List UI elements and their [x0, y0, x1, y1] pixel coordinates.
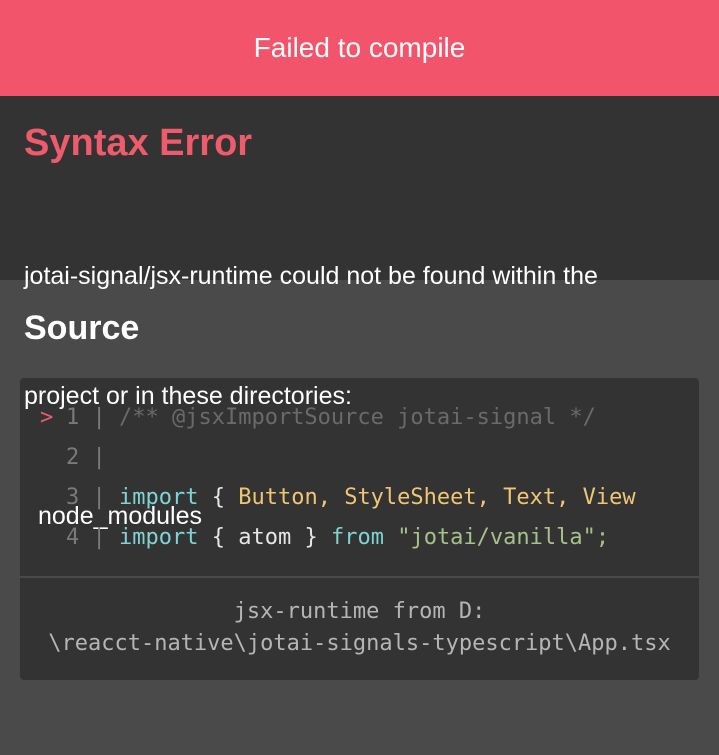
code-line: 4 | import { atom } from "jotai/vanilla"…: [40, 518, 699, 558]
code-line: 3 | import { Button, StyleSheet, Text, V…: [40, 478, 699, 518]
source-panel: Source >1 | /** @jsxImportSource jotai-s…: [0, 280, 719, 713]
source-title: Source: [24, 309, 140, 347]
error-line-marker: >: [40, 405, 54, 430]
compile-error-header: Failed to compile: [0, 0, 719, 96]
code-keyword: import: [119, 525, 199, 550]
code-string: "jotai/vanilla";: [397, 525, 610, 550]
source-location-path: \reacct-native\jotai-signals-typescript\…: [48, 631, 671, 656]
line-separator: |: [79, 405, 119, 430]
code-identifier: atom: [238, 525, 292, 550]
code-line: 2 |: [40, 438, 699, 478]
code-brace: }: [304, 525, 318, 550]
error-message-line: jotai-signal/jsx-runtime could not be fo…: [24, 262, 598, 290]
line-separator: |: [79, 525, 119, 550]
error-panel: Syntax Error jotai-signal/jsx-runtime co…: [0, 96, 719, 530]
source-location: jsx-runtime from D: \reacct-native\jotai…: [20, 578, 699, 680]
line-number: 3: [66, 485, 80, 510]
line-number: 1: [66, 405, 80, 430]
code-lines: >1 | /** @jsxImportSource jotai-signal *…: [20, 378, 699, 576]
line-separator: |: [79, 445, 106, 470]
code-brace: {: [211, 525, 225, 550]
source-location-line: jsx-runtime from D:: [233, 599, 486, 624]
code-brace: {: [211, 485, 225, 510]
code-frame: >1 | /** @jsxImportSource jotai-signal *…: [20, 378, 699, 680]
line-number: 4: [66, 525, 80, 550]
line-separator: |: [79, 485, 119, 510]
code-keyword: from: [330, 525, 384, 550]
code-line: >1 | /** @jsxImportSource jotai-signal *…: [40, 398, 699, 438]
code-identifiers: Button, StyleSheet, Text, View: [238, 485, 636, 510]
code-keyword: import: [119, 485, 199, 510]
error-title: Syntax Error: [24, 122, 253, 164]
header-title: Failed to compile: [253, 32, 466, 63]
line-number: 2: [66, 445, 80, 470]
code-comment: /** @jsxImportSource jotai-signal */: [119, 405, 596, 430]
